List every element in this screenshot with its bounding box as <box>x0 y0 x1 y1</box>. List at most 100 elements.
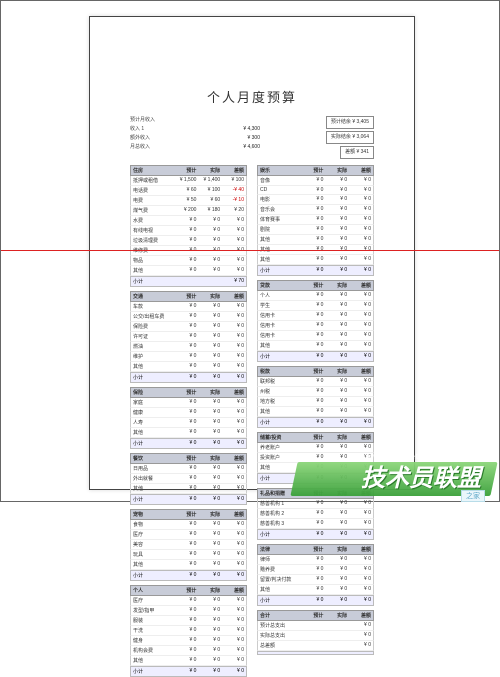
row-val: ¥ 0 <box>198 408 222 417</box>
row-label: 外出就餐 <box>131 474 175 483</box>
subtotal-label: 小计 <box>258 266 302 275</box>
row-label: 律师 <box>258 555 302 564</box>
row-diff: ¥ 0 <box>222 418 246 427</box>
document-page: 个人月度预算 预计月收入收入 1¥ 4,300额外收入¥ 300月总收入¥ 4,… <box>89 16 415 490</box>
row-label: 其他 <box>258 255 302 264</box>
budget-section: 餐饮预计实际差额日用品¥ 0¥ 0¥ 0外出就餐¥ 0¥ 0¥ 0其他¥ 0¥ … <box>130 453 247 505</box>
budget-section: 个人预计实际差额医疗¥ 0¥ 0¥ 0发型/指甲¥ 0¥ 0¥ 0服装¥ 0¥ … <box>130 585 247 677</box>
row-label: 信用卡 <box>258 331 302 340</box>
row-label: 维护 <box>131 352 175 361</box>
row-diff: ¥ 0 <box>349 397 373 406</box>
row-label: 预计总支出 <box>258 621 302 630</box>
budget-row: 美容¥ 0¥ 0¥ 0 <box>130 540 247 550</box>
budget-row: 公交/出租车费¥ 0¥ 0¥ 0 <box>130 312 247 322</box>
subtotal-label: 小计 <box>258 418 302 427</box>
budget-row: 家庭¥ 0¥ 0¥ 0 <box>130 398 247 408</box>
row-label: 电费 <box>131 196 175 205</box>
watermark-text: 技术员联盟 <box>361 458 481 493</box>
watermark-url: www.jsgho.net <box>354 452 419 461</box>
row-diff: ¥ 0 <box>349 555 373 564</box>
row-label: 其他 <box>258 585 302 594</box>
row-val: ¥ 0 <box>198 616 222 625</box>
section-subtotal: 小计¥ 0¥ 0¥ 0 <box>130 438 247 449</box>
budget-row: 信用卡¥ 0¥ 0¥ 0 <box>257 321 374 331</box>
row-diff: ¥ 0 <box>222 362 246 371</box>
row-diff: -¥ 40 <box>222 186 246 195</box>
row-diff: ¥ 0 <box>349 585 373 594</box>
row-label: 信用卡 <box>258 321 302 330</box>
row-val: ¥ 0 <box>175 636 199 645</box>
budget-section: 宠物预计实际差额食物¥ 0¥ 0¥ 0医疗¥ 0¥ 0¥ 0美容¥ 0¥ 0¥ … <box>130 509 247 581</box>
section-name: 税款 <box>258 367 302 376</box>
row-label: 机构会费 <box>131 646 175 655</box>
summary-value: ¥ 4,600 <box>200 143 260 152</box>
row-val: ¥ 0 <box>302 555 326 564</box>
actual-balance-box: 实际结余 ¥ 3,064 <box>326 131 374 144</box>
row-diff: ¥ 0 <box>222 540 246 549</box>
summary-left: 预计月收入收入 1¥ 4,300额外收入¥ 300月总收入¥ 4,600 <box>130 116 260 159</box>
projected-balance-box: 预计结余 ¥ 3,405 <box>326 116 374 129</box>
row-label: 服装 <box>131 616 175 625</box>
row-val: ¥ 0 <box>198 656 222 665</box>
budget-row: 医疗¥ 0¥ 0¥ 0 <box>130 596 247 606</box>
row-diff: ¥ 0 <box>222 520 246 529</box>
subtotal-val: ¥ 70 <box>222 277 246 286</box>
budget-row: 个人¥ 0¥ 0¥ 0 <box>257 291 374 301</box>
section-name: 个人 <box>131 586 175 595</box>
subtotal-val: ¥ 0 <box>222 571 246 580</box>
row-val: ¥ 0 <box>325 235 349 244</box>
row-val: ¥ 0 <box>198 302 222 311</box>
section-name: 娱乐 <box>258 166 302 175</box>
row-label: 留置/判决付款 <box>258 575 302 584</box>
row-val: ¥ 0 <box>302 215 326 224</box>
subtotal-val <box>349 652 373 654</box>
summary-value: ¥ 4,300 <box>200 125 260 134</box>
row-val: ¥ 0 <box>302 443 326 452</box>
row-label: 音乐会 <box>258 205 302 214</box>
subtotal-val: ¥ 0 <box>222 495 246 504</box>
row-val: ¥ 60 <box>175 186 199 195</box>
row-val <box>302 621 326 630</box>
row-val: ¥ 0 <box>175 236 199 245</box>
row-diff: ¥ 0 <box>222 646 246 655</box>
row-val: ¥ 0 <box>302 225 326 234</box>
budget-row: 健身¥ 0¥ 0¥ 0 <box>130 636 247 646</box>
section-subtotal: 小计¥ 0¥ 0¥ 0 <box>130 570 247 581</box>
budget-row: 电费¥ 50¥ 60-¥ 10 <box>130 196 247 206</box>
row-label: 燃油 <box>131 342 175 351</box>
row-diff: ¥ 0 <box>349 407 373 416</box>
row-val: ¥ 0 <box>175 352 199 361</box>
row-val: ¥ 0 <box>302 195 326 204</box>
row-val: ¥ 0 <box>175 216 199 225</box>
col-header: 实际 <box>198 454 222 463</box>
row-diff: ¥ 0 <box>222 342 246 351</box>
row-val: ¥ 0 <box>175 418 199 427</box>
row-diff: ¥ 0 <box>349 631 373 640</box>
row-diff: ¥ 0 <box>349 565 373 574</box>
row-val: ¥ 0 <box>198 550 222 559</box>
section-name: 合计 <box>258 611 302 620</box>
row-val: ¥ 1,400 <box>198 176 222 185</box>
row-label: 煤气费 <box>131 206 175 215</box>
row-label: 美容 <box>131 540 175 549</box>
col-header: 差额 <box>222 586 246 595</box>
section-name: 宠物 <box>131 510 175 519</box>
row-diff: ¥ 0 <box>349 331 373 340</box>
budget-row: 总差额¥ 0 <box>257 641 374 651</box>
row-val: ¥ 0 <box>302 255 326 264</box>
row-val: ¥ 0 <box>325 407 349 416</box>
summary-label: 额外收入 <box>130 134 200 143</box>
col-header: 预计 <box>302 611 326 620</box>
row-diff: ¥ 0 <box>222 226 246 235</box>
subtotal-val: ¥ 0 <box>349 596 373 605</box>
row-label: 家庭 <box>131 398 175 407</box>
subtotal-label <box>258 652 302 654</box>
row-val <box>325 631 349 640</box>
row-label: 抵押或租借 <box>131 176 175 185</box>
row-val: ¥ 0 <box>198 540 222 549</box>
budget-row: 信用卡¥ 0¥ 0¥ 0 <box>257 311 374 321</box>
subtotal-label: 小计 <box>131 495 175 504</box>
row-diff: ¥ 0 <box>222 352 246 361</box>
budget-row: 联邦税¥ 0¥ 0¥ 0 <box>257 377 374 387</box>
col-header: 实际 <box>325 281 349 290</box>
